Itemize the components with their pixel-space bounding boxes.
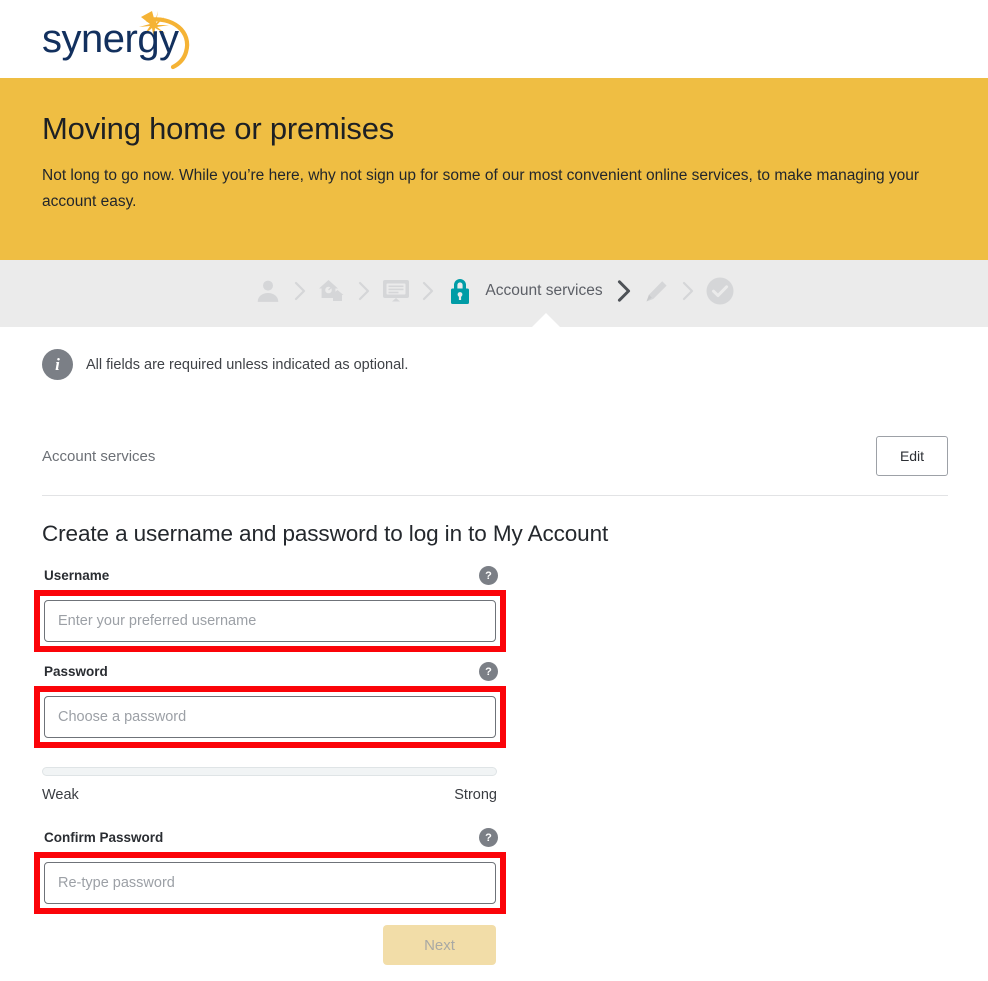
account-services-label: Account services [42, 447, 156, 465]
help-icon-username[interactable]: ? [479, 566, 498, 585]
confirm-password-label: Confirm Password [44, 830, 164, 845]
password-input[interactable] [44, 696, 496, 738]
banner-subtitle: Not long to go now. While you’re here, w… [42, 166, 920, 211]
strength-weak-label: Weak [42, 787, 79, 803]
house-icon[interactable] [315, 274, 349, 308]
next-button[interactable]: Next [383, 925, 496, 965]
username-input[interactable] [44, 600, 496, 642]
edit-button[interactable]: Edit [876, 436, 948, 476]
info-icon: i [42, 349, 73, 380]
pencil-icon[interactable] [639, 274, 673, 308]
stepper-current-pointer [532, 313, 560, 327]
progress-stepper: Account services [0, 260, 988, 327]
notice-text: All fields are required unless indicated… [86, 356, 409, 373]
check-circle-icon[interactable] [703, 274, 737, 308]
confirm-password-label-row: Confirm Password ? [44, 828, 498, 847]
chevron-right-icon [413, 276, 443, 306]
svg-text:synergy: synergy [42, 17, 179, 61]
chevron-right-icon [673, 276, 703, 306]
monitor-icon[interactable] [379, 274, 413, 308]
lock-icon[interactable] [443, 274, 477, 308]
help-icon-confirm-password[interactable]: ? [479, 828, 498, 847]
site-header: synergy synergy [0, 0, 988, 78]
password-label: Password [44, 664, 108, 679]
page-root: synergy synergy Moving home or premises … [0, 0, 988, 981]
password-strength-labels: Weak Strong [42, 787, 497, 803]
help-icon-password[interactable]: ? [479, 662, 498, 681]
page-banner: Moving home or premises Not long to go n… [0, 78, 988, 260]
username-label-row: Username ? [44, 566, 498, 585]
chevron-right-icon [349, 276, 379, 306]
stepper-current-label: Account services [485, 282, 603, 299]
confirm-password-input[interactable] [44, 862, 496, 904]
password-label-row: Password ? [44, 662, 498, 681]
chevron-right-icon [609, 276, 639, 306]
strength-strong-label: Strong [454, 787, 497, 803]
password-strength-meter [42, 767, 497, 776]
section-divider [42, 495, 948, 496]
chevron-right-icon [285, 276, 315, 306]
account-services-row: Account services Edit [42, 432, 948, 480]
banner-title: Moving home or premises [42, 111, 395, 146]
synergy-logo[interactable]: synergy synergy [40, 8, 215, 70]
form-heading: Create a username and password to log in… [42, 521, 609, 546]
username-label: Username [44, 568, 110, 583]
person-icon[interactable] [251, 274, 285, 308]
required-fields-notice: i All fields are required unless indicat… [42, 349, 408, 380]
